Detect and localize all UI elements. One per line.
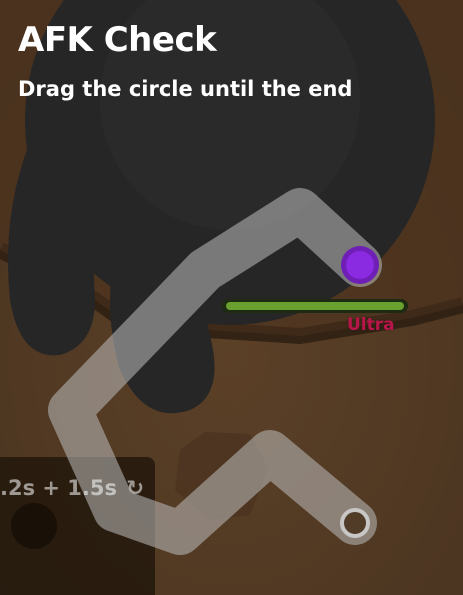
afk-end-target: [340, 508, 370, 538]
afk-drag-handle[interactable]: [341, 246, 379, 284]
afk-check-instruction: Drag the circle until the end: [18, 77, 353, 101]
mob-health-bar-fill: [226, 302, 404, 310]
refresh-icon: ↻: [126, 476, 144, 500]
slot-icon-shadow: [11, 503, 57, 549]
mob-rarity-label: Ultra: [347, 315, 395, 335]
afk-check-title: AFK Check: [18, 20, 217, 60]
cooldown-timer: .2s + 1.5s ↻: [0, 474, 144, 502]
cooldown-text: .2s + 1.5s: [0, 476, 118, 500]
